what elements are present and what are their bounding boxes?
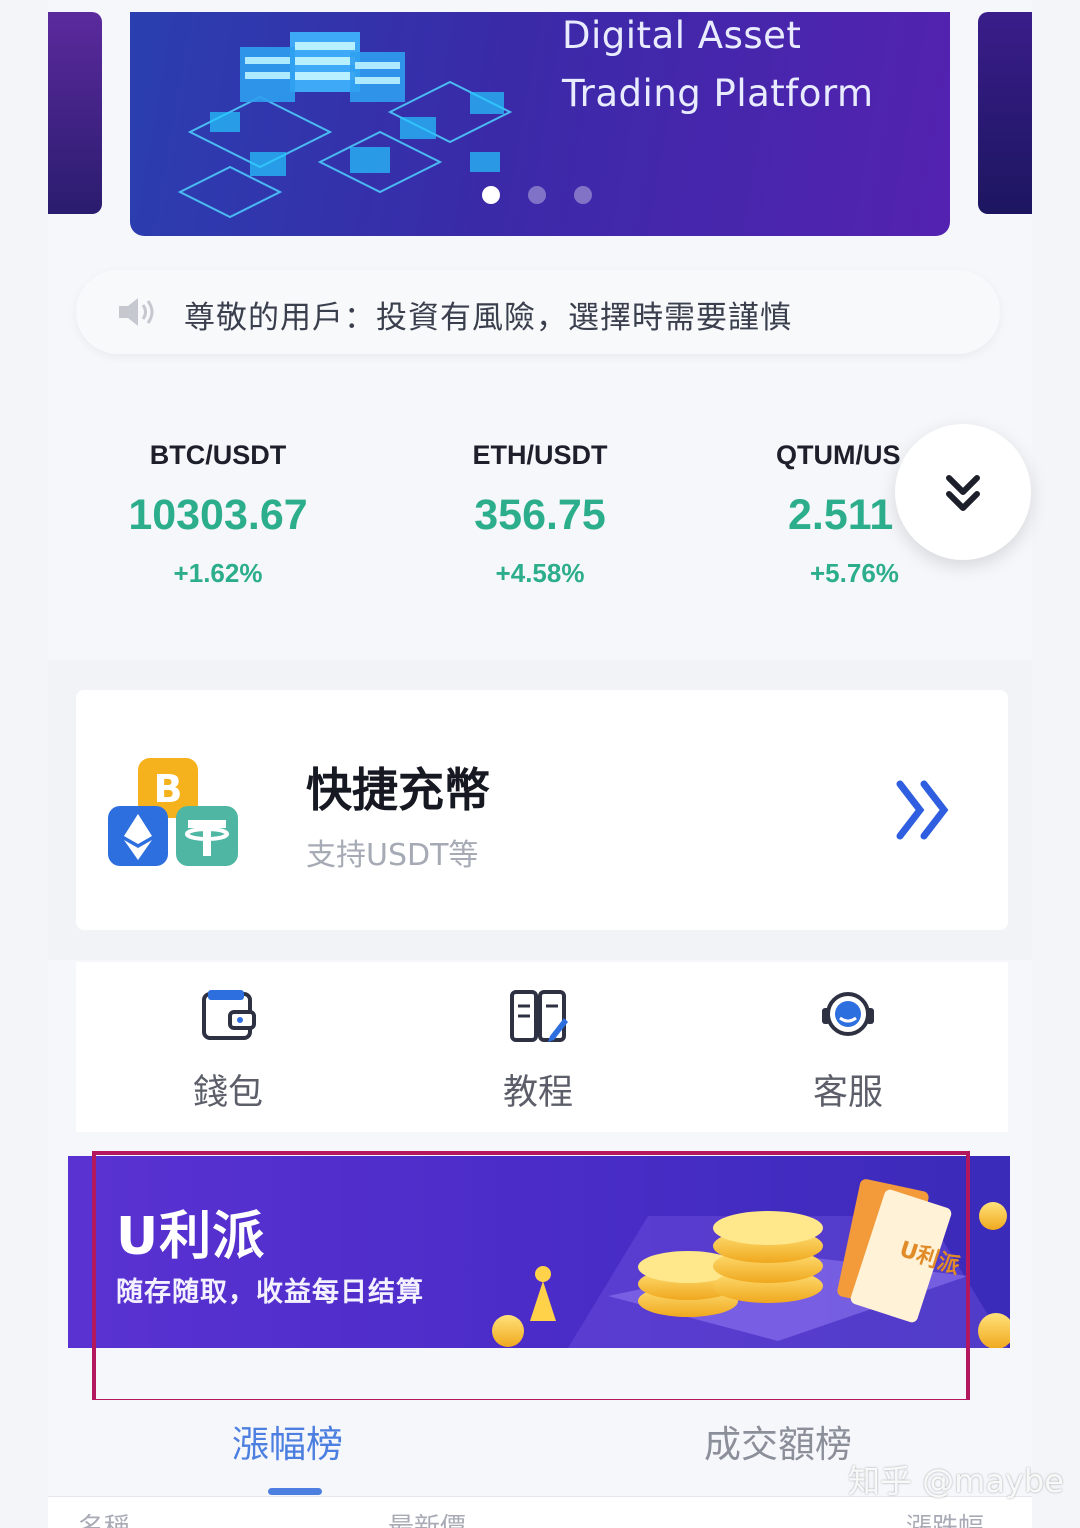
- carousel-dot-1[interactable]: [482, 186, 500, 204]
- svg-text:B: B: [154, 767, 183, 811]
- double-chevron-right-icon: [896, 780, 949, 840]
- banner-title-line2: Trading Platform: [562, 72, 874, 115]
- carousel-dot-2[interactable]: [528, 186, 546, 204]
- active-tab-indicator: [268, 1488, 322, 1495]
- wallet-icon: [202, 990, 256, 1040]
- carousel-dot-3[interactable]: [574, 186, 592, 204]
- ticker-change: +5.76%: [810, 558, 899, 588]
- tab-gainers[interactable]: 漲幅榜: [232, 1414, 343, 1468]
- shortcut-label: 錢包: [192, 1073, 263, 1113]
- quick-deposit-card[interactable]: B 快捷充幣 支持USDT等: [76, 690, 1008, 930]
- headset-icon: [822, 992, 874, 1036]
- ticker-strip: BTC/USDT 10303.67 +1.62% ETH/USDT 356.75…: [48, 400, 1032, 650]
- double-chevron-down-icon: [946, 475, 980, 511]
- banner-title-line1: Digital Asset: [562, 14, 802, 57]
- watermark: 知乎 @maybe: [848, 1462, 1064, 1500]
- ticker-price: 10303.67: [128, 491, 308, 539]
- speaker-icon: [119, 298, 154, 326]
- hero-banner[interactable]: Digital Asset Trading Platform: [130, 12, 950, 236]
- announcement-bar[interactable]: 尊敬的用戶：投資有風險，選擇時需要謹慎: [76, 270, 1000, 354]
- shortcut-grid: 錢包 教程 客服: [76, 962, 1008, 1132]
- ticker-eth[interactable]: ETH/USDT 356.75 +4.58%: [380, 440, 700, 589]
- ticker-change: +4.58%: [495, 558, 585, 588]
- column-header-name: 名稱: [78, 1513, 131, 1528]
- announcement-text: 尊敬的用戶：投資有風險，選擇時需要謹慎: [184, 300, 792, 336]
- shortcut-wallet[interactable]: 錢包: [128, 984, 328, 1115]
- shortcut-support[interactable]: 客服: [748, 984, 948, 1115]
- quick-deposit-title: 快捷充幣: [306, 763, 490, 817]
- ticker-change: +1.62%: [173, 558, 263, 588]
- banner-prev-slide[interactable]: [48, 12, 102, 214]
- carousel-pagination: [482, 186, 592, 204]
- ticker-pair: BTC/USDT: [149, 440, 287, 470]
- ticker-price: 356.75: [474, 491, 606, 539]
- tab-volume[interactable]: 成交額榜: [704, 1414, 852, 1468]
- shortcut-label: 客服: [812, 1073, 883, 1113]
- crypto-coins-icon: B: [108, 758, 238, 866]
- highlight-annotation: [92, 1151, 970, 1403]
- tutorial-icon: [510, 990, 568, 1042]
- column-header-price: 最新價: [388, 1513, 467, 1528]
- shortcut-label: 教程: [502, 1073, 573, 1113]
- banner-next-slide[interactable]: [978, 12, 1032, 214]
- expand-tickers-button[interactable]: [895, 424, 1031, 560]
- ticker-pair: ETH/USDT: [472, 440, 608, 470]
- column-header-change: 漲跌幅: [906, 1513, 985, 1528]
- shortcut-tutorial[interactable]: 教程: [438, 984, 638, 1115]
- quick-deposit-subtitle: 支持USDT等: [306, 838, 479, 873]
- ticker-btc[interactable]: BTC/USDT 10303.67 +1.62%: [58, 440, 378, 589]
